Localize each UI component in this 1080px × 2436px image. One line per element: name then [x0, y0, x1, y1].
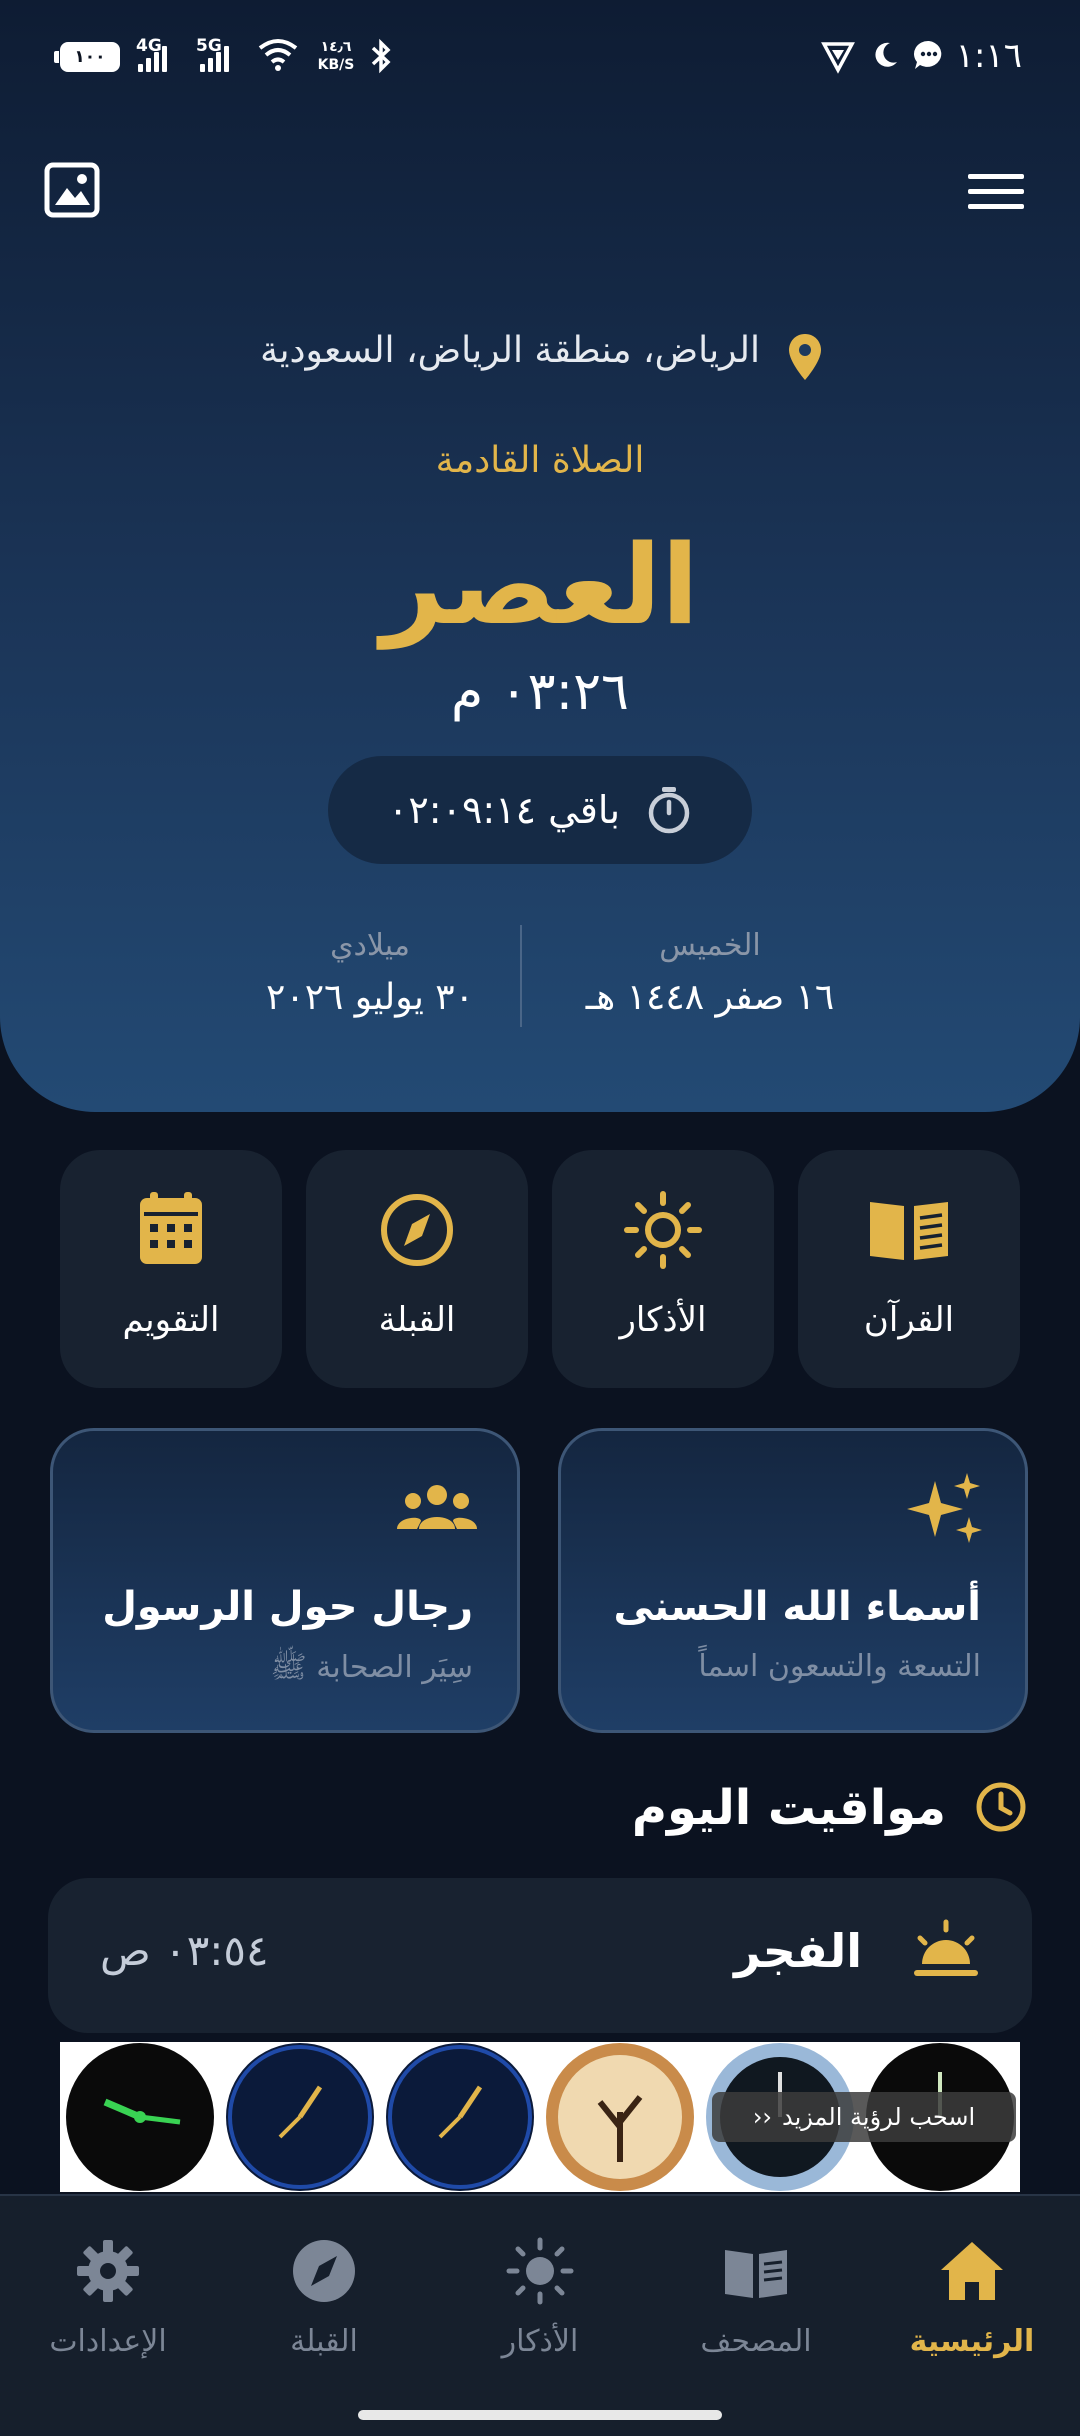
location-text[interactable]: الرياض، منطقة الرياض، السعودية	[260, 330, 760, 371]
tile-calendar-label: التقويم	[122, 1300, 220, 1340]
clock-face-icon	[226, 2043, 374, 2191]
nav-adhkar-label: الأذكار	[501, 2324, 579, 2359]
clock-face-icon	[66, 2043, 214, 2191]
clock-face-icon	[546, 2043, 694, 2191]
next-prayer-time: ٠٣:٢٦ م	[451, 662, 629, 722]
card-companions-subtitle: سِيَر الصحابة ﷺ	[270, 1650, 474, 1685]
gregorian-label: ميلادي	[330, 928, 410, 963]
status-bar: ١٠٠ 4G 5G ١٤٫٦ KB/S ١:١٦	[0, 0, 1080, 120]
battery-indicator: ١٠٠	[54, 42, 120, 72]
tile-adhkar[interactable]: الأذكار	[552, 1150, 774, 1388]
ad-thumbnail[interactable]	[540, 2042, 700, 2192]
tile-qibla-label: القبلة	[378, 1300, 456, 1340]
signal-5g-icon	[200, 38, 229, 72]
location-pin-icon	[789, 334, 821, 380]
sun-icon	[624, 1191, 702, 1269]
nav-mushaf-label: المصحف	[700, 2324, 812, 2359]
ad-swipe-hint[interactable]: اسحب لرؤية المزيد ‹‹	[712, 2092, 1016, 2142]
users-icon	[397, 1485, 477, 1529]
nav-qibla[interactable]: القبلة	[216, 2236, 432, 2359]
sun-icon	[506, 2237, 574, 2305]
ad-thumbnail[interactable]	[380, 2042, 540, 2192]
menu-icon[interactable]	[966, 172, 1026, 212]
timer-icon	[648, 787, 690, 834]
calendar-icon	[140, 1192, 202, 1264]
sunrise-icon	[914, 1919, 978, 1976]
sparkles-icon	[907, 1473, 982, 1543]
gregorian-date-value: ٣٠ يوليو ٢٠٢٦	[266, 977, 474, 1018]
vpn-shield-icon	[821, 42, 855, 74]
tile-adhkar-label: الأذكار	[619, 1300, 707, 1340]
next-prayer-name: العصر	[381, 521, 699, 649]
nav-adhkar[interactable]: الأذكار	[432, 2236, 648, 2359]
mushaf-icon	[725, 2250, 787, 2298]
hijri-date: الخميس ١٦ صفر ١٤٤٨ هـ	[560, 928, 860, 1018]
card-companions[interactable]: رجال حول الرسول سِيَر الصحابة ﷺ	[50, 1428, 520, 1733]
moon-icon	[875, 42, 897, 67]
compass-icon	[381, 1194, 453, 1266]
clock-face-icon	[386, 2043, 534, 2191]
card-companions-title: رجال حول الرسول	[102, 1584, 473, 1630]
tile-quran-label: القرآن	[863, 1300, 955, 1340]
network-speed: ١٤٫٦ KB/S	[317, 39, 355, 73]
chevron-left-icon: ‹‹	[752, 2103, 773, 2131]
nav-settings-label: الإعدادات	[49, 2324, 167, 2359]
prayer-row-fajr[interactable]: الفجر ٠٣:٥٤ ص	[48, 1878, 1032, 2033]
nav-settings[interactable]: الإعدادات	[0, 2236, 216, 2359]
status-time: ١:١٦	[955, 36, 1022, 76]
prayer-time: ٠٣:٥٤ ص	[100, 1926, 269, 1975]
card-names-title: أسماء الله الحسنى	[613, 1584, 981, 1630]
gear-icon	[77, 2240, 139, 2302]
card-names-of-allah[interactable]: أسماء الله الحسنى التسعة والتسعون اسماً	[558, 1428, 1028, 1733]
bottom-navigation: الرئيسية المصحف الأذكار القبلة الإعدادات	[0, 2194, 1080, 2436]
card-names-subtitle: التسعة والتسعون اسماً	[698, 1649, 981, 1684]
nav-mushaf[interactable]: المصحف	[648, 2236, 864, 2359]
nav-qibla-label: القبلة	[290, 2324, 358, 2359]
clock-icon	[976, 1782, 1026, 1832]
gregorian-date: ميلادي ٣٠ يوليو ٢٠٢٦	[240, 928, 500, 1018]
prayer-name: الفجر	[734, 1924, 862, 1978]
ad-thumbnail[interactable]	[60, 2042, 220, 2192]
nav-home-label: الرئيسية	[909, 2324, 1035, 2359]
ad-overlay-text: اسحب لرؤية المزيد	[782, 2103, 976, 2131]
date-divider	[520, 925, 522, 1027]
book-open-icon	[870, 1202, 948, 1260]
image-gallery-icon[interactable]	[42, 160, 102, 220]
wifi-icon	[258, 39, 298, 71]
tile-qibla[interactable]: القبلة	[306, 1150, 528, 1388]
home-indicator[interactable]	[358, 2410, 722, 2420]
hijri-date-value: ١٦ صفر ١٤٤٨ هـ	[585, 977, 835, 1018]
chat-icon	[914, 40, 942, 69]
next-prayer-label: الصلاة القادمة	[435, 440, 645, 481]
bluetooth-icon	[371, 38, 391, 74]
home-icon	[941, 2242, 1003, 2300]
hijri-day-label: الخميس	[659, 928, 761, 963]
section-title-today: مواقيت اليوم	[631, 1780, 946, 1836]
compass-icon	[293, 2240, 355, 2302]
signal-4g-icon	[138, 38, 167, 72]
nav-home[interactable]: الرئيسية	[864, 2236, 1080, 2359]
tile-quran[interactable]: القرآن	[798, 1150, 1020, 1388]
ad-thumbnail[interactable]	[220, 2042, 380, 2192]
countdown-pill: باقي ٠٢:٠٩:١٤	[328, 756, 752, 864]
countdown-text: باقي ٠٢:٠٩:١٤	[387, 788, 621, 832]
tile-calendar[interactable]: التقويم	[60, 1150, 282, 1388]
